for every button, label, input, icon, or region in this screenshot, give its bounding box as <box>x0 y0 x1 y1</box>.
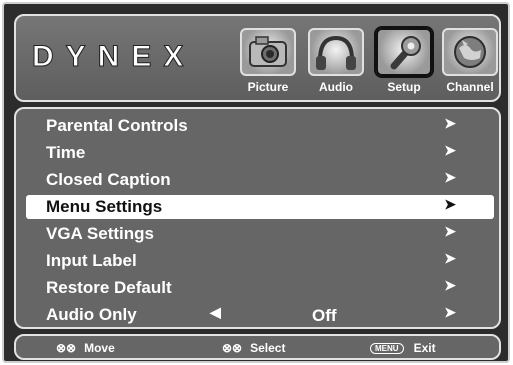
camera-icon <box>240 28 296 76</box>
tab-channel-label: Channel <box>446 80 494 94</box>
menu-item-parental-controls[interactable]: Parental Controls ➤ <box>26 114 494 138</box>
arrow-right-icon: ➤ <box>444 142 456 158</box>
arrow-left-icon[interactable]: ◀ <box>210 304 221 321</box>
menu-item-time[interactable]: Time ➤ <box>26 141 494 165</box>
setup-menu-list: Parental Controls ➤ Time ➤ Closed Captio… <box>14 107 501 329</box>
headphones-icon <box>308 28 364 76</box>
hint-select: ⊗⊗ Select <box>222 341 285 355</box>
menu-item-label: Audio Only <box>46 305 137 324</box>
arrow-right-icon: ➤ <box>444 169 456 185</box>
menu-item-restore-default[interactable]: Restore Default ➤ <box>26 276 494 300</box>
osd-menu: DYNEX Picture Audio Setup Channel Parent… <box>2 2 510 363</box>
wrench-icon <box>376 28 432 76</box>
brand-logo: DYNEX <box>31 40 196 74</box>
arrow-right-icon: ➤ <box>444 196 456 212</box>
hint-exit-label: Exit <box>413 341 436 355</box>
tab-setup-label: Setup <box>387 80 421 94</box>
key-hint-bar: ⊗⊗ Move ⊗⊗ Select MENU Exit <box>14 334 501 360</box>
menu-item-label: VGA Settings <box>46 224 154 243</box>
menu-item-input-label[interactable]: Input Label ➤ <box>26 249 494 273</box>
menu-item-closed-caption[interactable]: Closed Caption ➤ <box>26 168 494 192</box>
tab-setup[interactable]: Setup <box>374 26 434 98</box>
tab-picture[interactable]: Picture <box>238 26 298 98</box>
menu-header: DYNEX Picture Audio Setup Channel <box>14 14 501 102</box>
menu-item-vga-settings[interactable]: VGA Settings ➤ <box>26 222 494 246</box>
menu-item-label: Closed Caption <box>46 170 171 189</box>
arrow-right-icon: ➤ <box>444 250 456 266</box>
globe-icon <box>442 28 498 76</box>
arrow-right-icon: ➤ <box>444 115 456 131</box>
tab-audio[interactable]: Audio <box>306 26 366 98</box>
arrow-right-icon: ➤ <box>444 223 456 239</box>
arrow-right-icon: ➤ <box>444 277 456 293</box>
left-right-icon: ⊗⊗ <box>222 341 243 355</box>
hint-move-label: Move <box>84 341 115 355</box>
menu-item-audio-only[interactable]: Audio Only ◀ Off ➤ <box>26 303 494 327</box>
menu-item-label: Restore Default <box>46 278 172 297</box>
up-down-icon: ⊗⊗ <box>56 341 77 355</box>
arrow-right-icon[interactable]: ➤ <box>444 304 456 321</box>
menu-item-menu-settings[interactable]: Menu Settings ➤ <box>26 195 494 219</box>
hint-select-label: Select <box>250 341 286 355</box>
menu-item-label: Menu Settings <box>46 197 163 216</box>
menu-key-icon: MENU <box>370 343 404 355</box>
audio-only-value: Off <box>312 306 337 325</box>
tab-picture-label: Picture <box>247 80 289 94</box>
menu-item-label: Time <box>46 143 86 162</box>
tab-audio-label: Audio <box>319 80 353 94</box>
hint-move: ⊗⊗ Move <box>56 341 115 355</box>
tab-channel[interactable]: Channel <box>440 26 500 98</box>
menu-item-label: Input Label <box>46 251 137 270</box>
menu-item-label: Parental Controls <box>46 116 188 135</box>
hint-exit: MENU Exit <box>370 341 436 355</box>
